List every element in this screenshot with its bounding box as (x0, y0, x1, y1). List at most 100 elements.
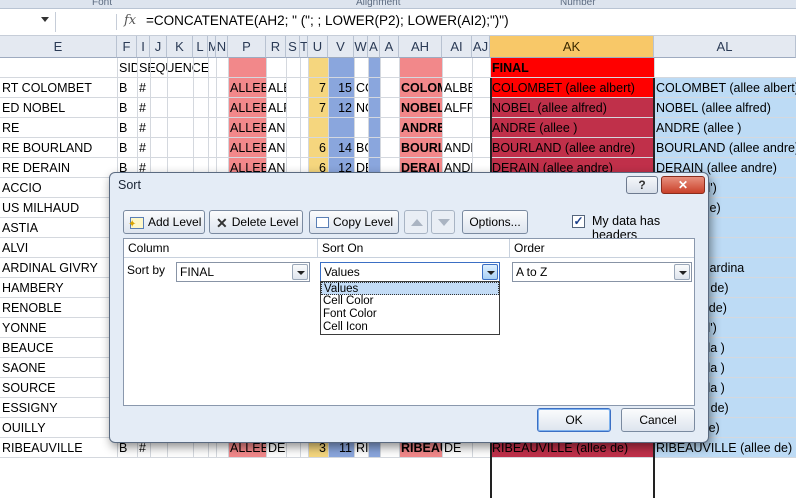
cancel-button[interactable]: Cancel (621, 408, 695, 432)
column-header-a[interactable]: A (380, 36, 399, 58)
cell[interactable]: RT COLOMBET (0, 78, 117, 98)
cell[interactable]: COLOM (399, 78, 442, 98)
cell[interactable]: BOURL (399, 138, 442, 158)
name-box[interactable] (0, 12, 56, 32)
cell[interactable]: ASTIA (0, 218, 117, 238)
cell[interactable]: ANDRE (allee ) (490, 118, 654, 138)
cell[interactable]: BOURL (354, 138, 368, 158)
option-cell-color[interactable]: Cell Color (321, 295, 499, 308)
column-header-p[interactable]: P (228, 36, 266, 58)
column-header-al[interactable]: AL (654, 36, 796, 58)
formula-input[interactable]: =CONCATENATE(AH2; " ("; ; LOWER(P2); LOW… (146, 13, 509, 28)
column-header-w[interactable]: W (354, 36, 368, 58)
cell[interactable]: ALLEE (228, 138, 266, 158)
copy-level-button[interactable]: Copy Level (309, 210, 399, 234)
column-header-a[interactable]: A (368, 36, 380, 58)
column-header-i[interactable]: I (137, 36, 150, 58)
column-header-ai[interactable]: AI (442, 36, 472, 58)
cell[interactable]: SOURCE (0, 378, 117, 398)
cell[interactable]: YONNE (0, 318, 117, 338)
cell[interactable]: HAMBERY (0, 278, 117, 298)
cell[interactable]: B (117, 118, 137, 138)
column-header-t[interactable]: T (300, 36, 308, 58)
column-header-v[interactable]: V (328, 36, 354, 58)
cell[interactable]: 6 (308, 138, 328, 158)
cell[interactable]: ALBER (266, 78, 286, 98)
option-font-color[interactable]: Font Color (321, 308, 499, 321)
option-cell-icon[interactable]: Cell Icon (321, 321, 499, 334)
column-header-f[interactable]: F (117, 36, 137, 58)
cell[interactable]: BEAUCE (0, 338, 117, 358)
column-header-e[interactable]: E (0, 36, 117, 58)
cell[interactable]: BOURLAND (allee andre) (490, 138, 654, 158)
column-header-m[interactable]: M (208, 36, 216, 58)
column-header-n[interactable]: N (216, 36, 228, 58)
move-up-button[interactable] (404, 210, 428, 234)
help-button[interactable]: ? (626, 176, 658, 194)
cell[interactable]: SID (117, 58, 137, 78)
cell[interactable]: RE BOURLAND (0, 138, 117, 158)
add-level-button[interactable]: ✦ Add Level (123, 210, 205, 234)
column-header-j[interactable]: J (150, 36, 167, 58)
cell[interactable]: B (117, 78, 137, 98)
cell[interactable]: RE (0, 118, 117, 138)
cell[interactable]: B (117, 98, 137, 118)
cell[interactable]: RIBEAUVILLE (0, 438, 117, 458)
cell[interactable]: 12 (328, 98, 354, 118)
options-button[interactable]: Options... (462, 210, 528, 234)
cell[interactable]: 7 (308, 98, 328, 118)
cell[interactable]: FINAL (490, 58, 654, 78)
option-values[interactable]: Values (321, 282, 499, 295)
cell[interactable]: ALLEE (228, 78, 266, 98)
cell[interactable]: NOBEL (354, 98, 368, 118)
cell[interactable]: US MILHAUD (0, 198, 117, 218)
chevron-down-icon[interactable] (41, 17, 49, 22)
cell[interactable]: ANDRE (266, 118, 286, 138)
chevron-down-icon[interactable] (674, 264, 690, 280)
cell[interactable]: RE DERAIN (0, 158, 117, 178)
cell[interactable]: ALLEE (228, 98, 266, 118)
cell[interactable]: COLOM (354, 78, 368, 98)
cell[interactable]: ALFRE (266, 98, 286, 118)
chevron-down-icon[interactable] (292, 264, 308, 280)
cell[interactable]: COLOMBET (allee albert) (490, 78, 654, 98)
order-select[interactable]: A to Z (512, 262, 692, 282)
cell[interactable]: RENOBLE (0, 298, 117, 318)
column-header-r[interactable]: R (266, 36, 286, 58)
cell[interactable]: ARDINAL GIVRY (0, 258, 117, 278)
cell[interactable]: 7 (308, 78, 328, 98)
cell[interactable]: ED NOBEL (0, 98, 117, 118)
delete-level-button[interactable]: ✕ Delete Level (209, 210, 303, 234)
column-header-ah[interactable]: AH (399, 36, 442, 58)
cell[interactable]: ANDRE (399, 118, 442, 138)
cell[interactable]: ESSIGNY (0, 398, 117, 418)
cell[interactable]: OUILLY (0, 418, 117, 438)
cell[interactable]: NOBEL (allee alfred) (654, 98, 796, 118)
cell[interactable]: ALVI (0, 238, 117, 258)
cell[interactable]: NOBEL (allee alfred) (490, 98, 654, 118)
move-down-button[interactable] (431, 210, 455, 234)
column-header-aj[interactable]: AJ (472, 36, 490, 58)
headers-checkbox[interactable]: ✓ (572, 215, 585, 228)
cell[interactable]: 15 (328, 78, 354, 98)
cell[interactable]: B (117, 138, 137, 158)
cell[interactable]: ALFRED (442, 98, 472, 118)
cell[interactable]: ALBERT (442, 78, 472, 98)
column-header-ak[interactable]: AK (490, 36, 654, 58)
cell[interactable]: NOBEL (399, 98, 442, 118)
cell[interactable]: ANDRI (266, 138, 286, 158)
ok-button[interactable]: OK (537, 408, 611, 432)
cell[interactable]: ANDRE (allee ) (654, 118, 796, 138)
cell[interactable]: ACCIO (0, 178, 117, 198)
cell[interactable]: ANDRE (442, 138, 472, 158)
column-header-s[interactable]: S (286, 36, 300, 58)
fx-icon[interactable]: fx (124, 13, 136, 28)
column-header-u[interactable]: U (308, 36, 328, 58)
cell[interactable]: ALLEE (228, 118, 266, 138)
cell[interactable]: BOURLAND (allee andre) (654, 138, 796, 158)
sort-on-select[interactable]: Values (320, 262, 500, 282)
column-header-k[interactable]: K (167, 36, 193, 58)
cell[interactable]: COLOMBET (allee albert) (654, 78, 796, 98)
cell[interactable]: SAONE (0, 358, 117, 378)
cell[interactable]: 14 (328, 138, 354, 158)
